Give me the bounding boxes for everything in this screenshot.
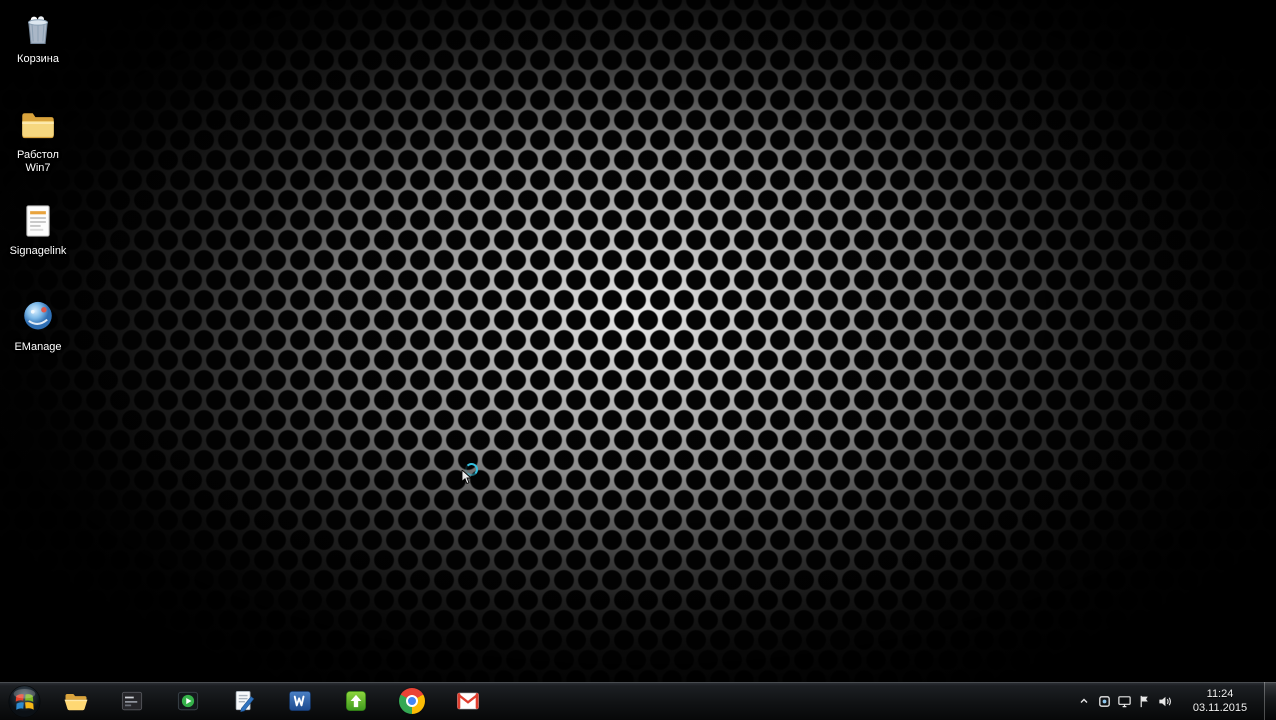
windows-explorer-icon (64, 694, 88, 711)
desktop-icon-label: EManage (14, 341, 62, 353)
volume-button[interactable] (1154, 687, 1174, 715)
start-button[interactable] (0, 682, 48, 720)
desktop-icon-label: Рабстол Win7 (17, 149, 59, 174)
dark-app-icon (121, 691, 143, 711)
desktop-icon-label: Корзина (17, 53, 59, 65)
text-editor-pen-icon (235, 690, 255, 713)
show-hidden-icons-button[interactable] (1074, 687, 1094, 715)
recycle-bin-icon (17, 8, 59, 50)
display-network-icon (1117, 695, 1131, 707)
flag-icon (1140, 695, 1148, 707)
desktop-icon-rabstol-win7[interactable]: Рабстол Win7 (6, 104, 70, 196)
arrow-cursor-icon (461, 470, 472, 485)
media-app-icon (177, 691, 199, 711)
windows-start-orb-icon (8, 685, 40, 717)
taskbar-clock[interactable]: 11:24 03.11.2015 (1182, 687, 1258, 715)
google-chrome-icon (399, 688, 425, 714)
taskbar-green-arrow-app-button[interactable] (328, 682, 384, 720)
folder-icon (17, 104, 59, 146)
taskbar-word-button[interactable] (272, 682, 328, 720)
desktop-icon-column: Корзина Рабстол Win7 Signagelink EManage (6, 8, 70, 392)
action-center-button[interactable] (1134, 687, 1154, 715)
tray-app-button[interactable] (1094, 687, 1114, 715)
taskbar-text-editor-button[interactable] (216, 682, 272, 720)
tray-app-icon (1098, 695, 1110, 707)
taskbar-dark-app-button[interactable] (104, 682, 160, 720)
taskbar-media-app-button[interactable] (160, 682, 216, 720)
taskbar-chrome-button[interactable] (384, 682, 440, 720)
busy-cursor (461, 461, 485, 485)
taskbar-gmail-button[interactable] (440, 682, 496, 720)
speaker-icon (1158, 696, 1171, 706)
desktop-icon-recycle-bin[interactable]: Корзина (6, 8, 70, 100)
system-tray: 11:24 03.11.2015 (1074, 682, 1276, 720)
chevron-up-icon (1080, 698, 1088, 703)
clock-time: 11:24 (1206, 688, 1234, 700)
emanage-app-icon (17, 296, 59, 338)
show-desktop-button[interactable] (1264, 682, 1276, 720)
gmail-icon (457, 692, 479, 710)
clock-date: 03.11.2015 (1192, 702, 1248, 714)
network-status-button[interactable] (1114, 687, 1134, 715)
desktop-icon-emanage[interactable]: EManage (6, 296, 70, 388)
desktop-icon-label: Signagelink (9, 245, 67, 257)
desktop-wallpaper: Корзина Рабстол Win7 Signagelink EManage (0, 0, 1276, 682)
taskbar: 11:24 03.11.2015 (0, 682, 1276, 720)
desktop-icon-signagelink[interactable]: Signagelink (6, 200, 70, 292)
taskbar-explorer-button[interactable] (48, 682, 104, 720)
microsoft-word-icon (289, 691, 311, 711)
green-arrow-app-icon (346, 691, 366, 711)
document-icon (17, 200, 59, 242)
